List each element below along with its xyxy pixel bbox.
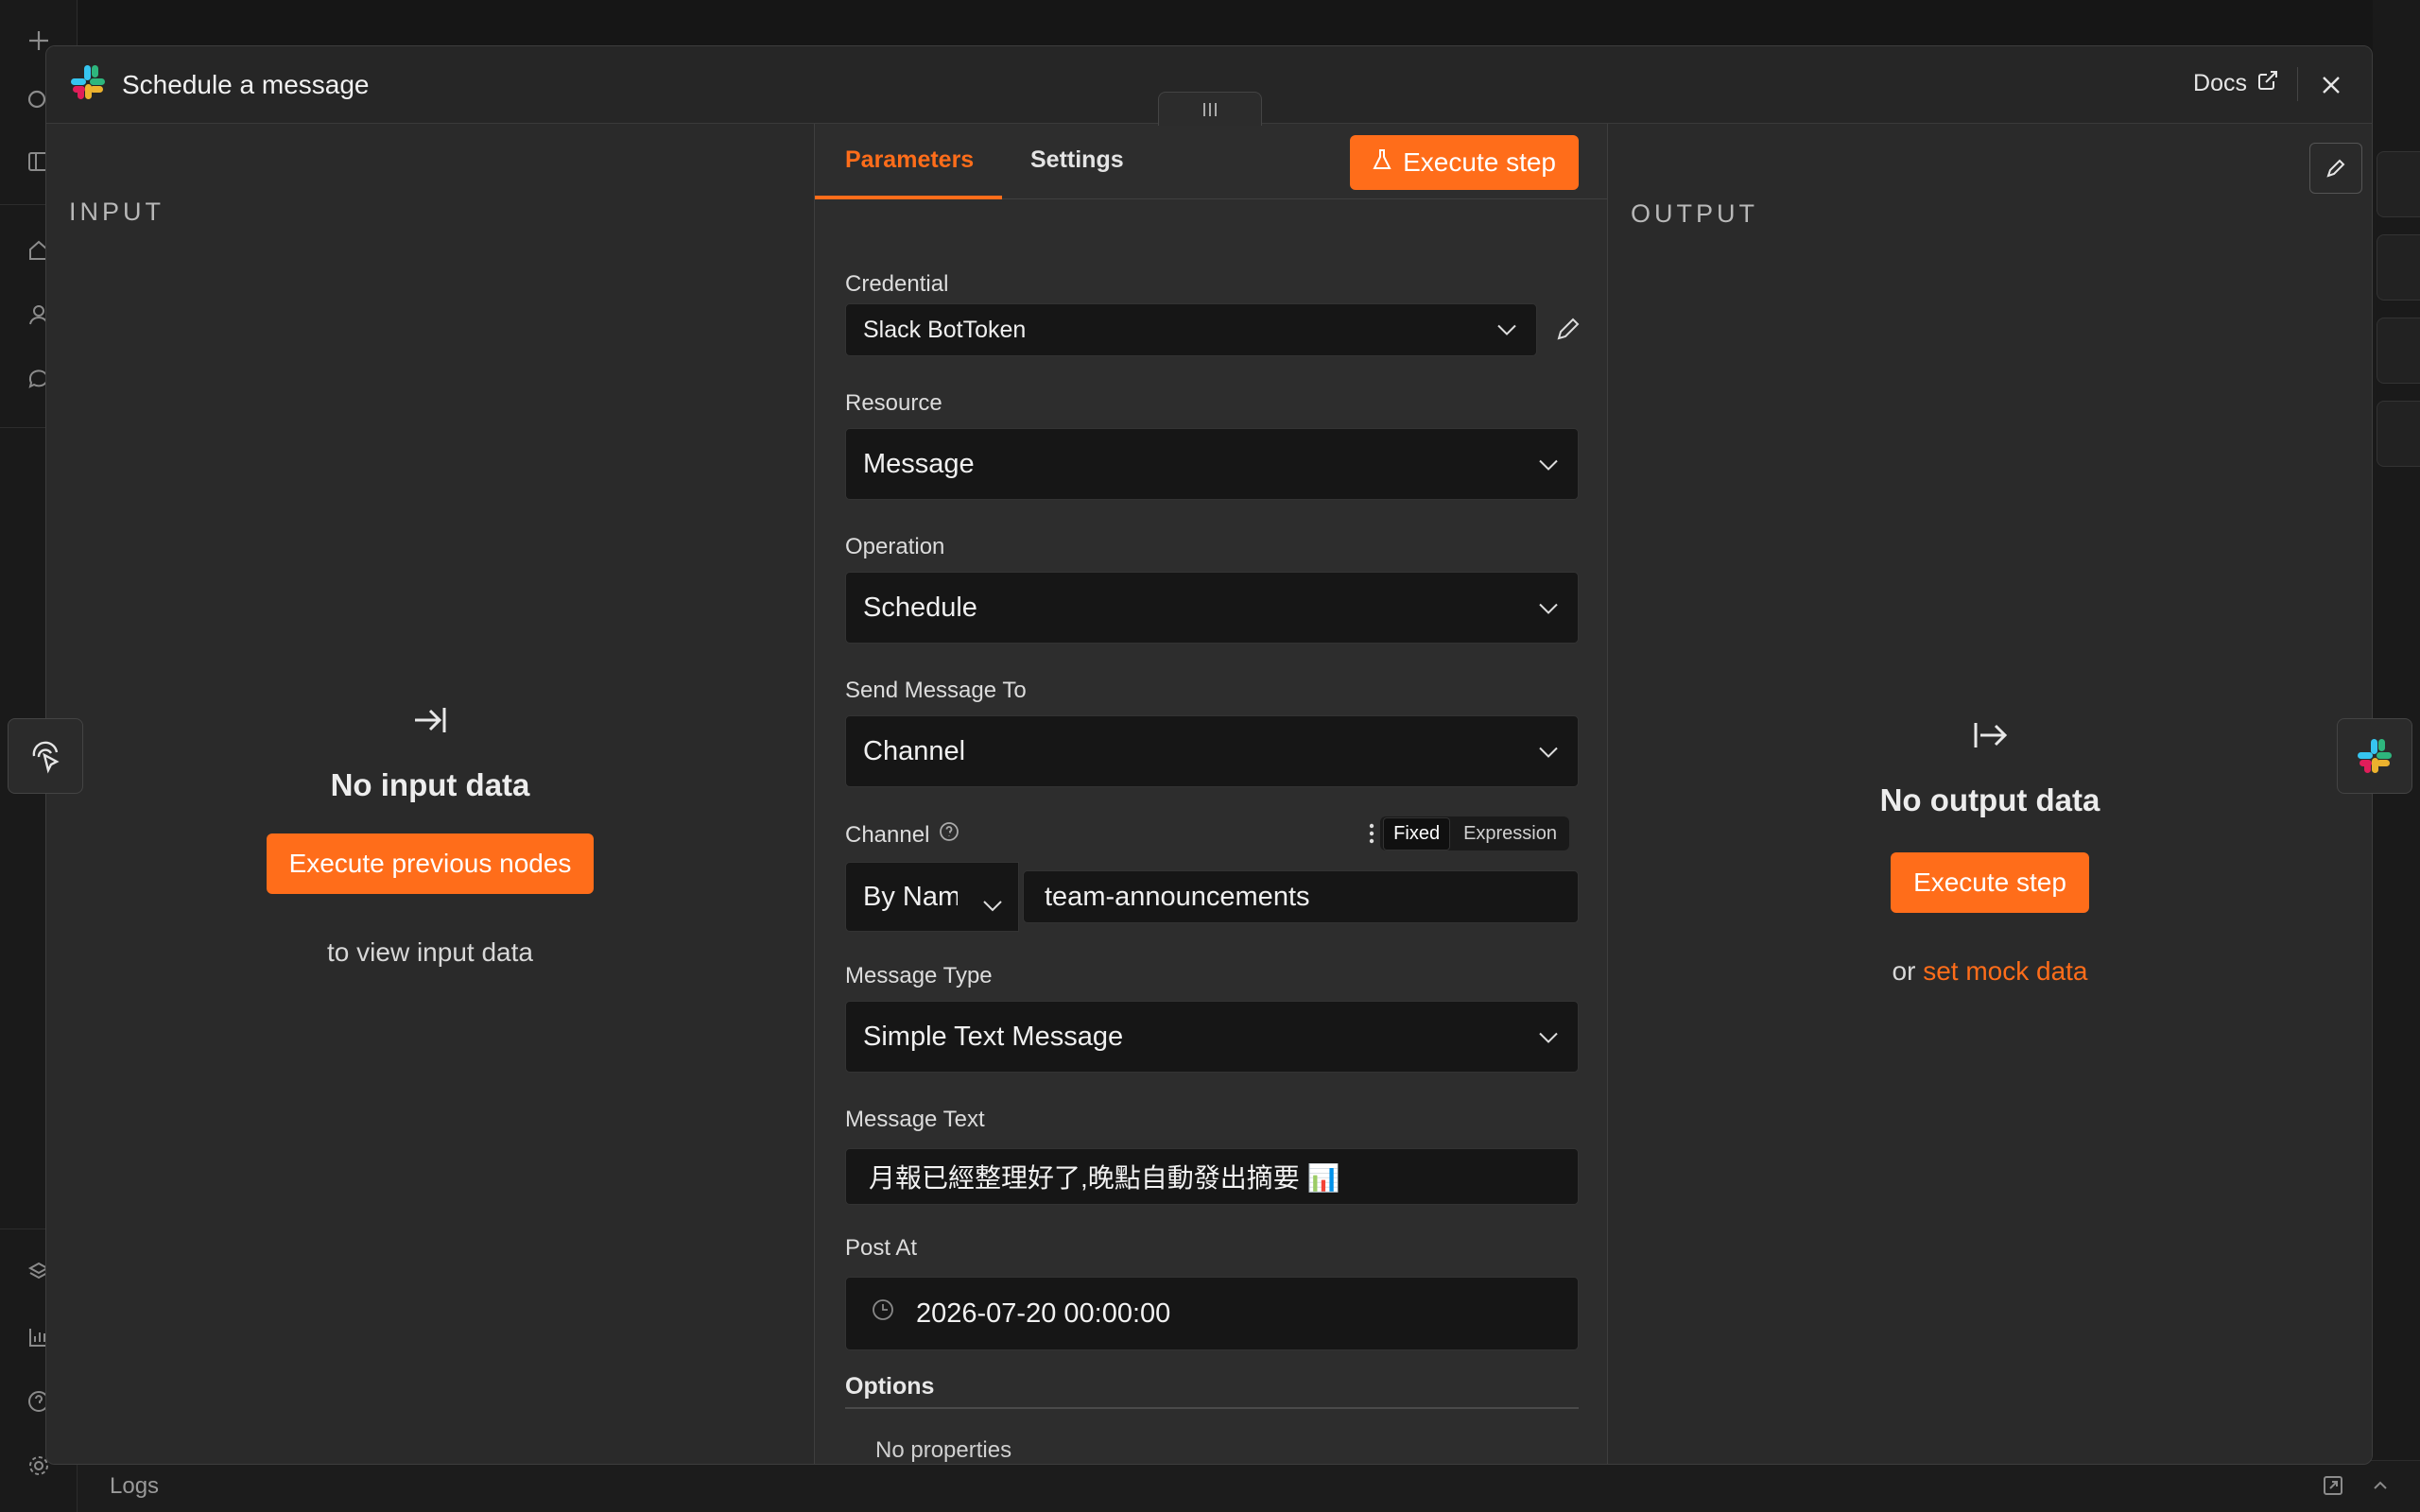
pencil-icon	[2326, 159, 2345, 178]
execute-step-output-button[interactable]: Execute step	[1891, 852, 2089, 913]
channel-name-value: team-announcements	[1045, 881, 1310, 912]
edit-credential-icon[interactable]	[1554, 315, 1582, 348]
input-empty-title: No input data	[330, 767, 530, 802]
tab-settings[interactable]: Settings	[1030, 146, 1124, 174]
flask-icon	[1373, 147, 1392, 178]
parameters-panel: Parameters Settings Execute step Credent…	[814, 124, 1608, 1464]
output-empty-title: No output data	[1879, 782, 2100, 817]
bg-panel-tab	[2377, 401, 2420, 467]
tab-active-indicator	[815, 196, 1002, 199]
send-to-value: Channel	[863, 735, 966, 766]
execute-step-label: Execute step	[1403, 147, 1556, 177]
click-pointer-icon	[32, 741, 60, 774]
set-mock-data-link[interactable]: set mock data	[1923, 956, 2087, 986]
execute-step-button[interactable]: Execute step	[1350, 135, 1579, 190]
channel-label: Channel	[845, 821, 930, 848]
options-label: Options	[845, 1373, 935, 1400]
chevron-down-icon	[1538, 593, 1559, 624]
arrow-to-line-icon	[411, 704, 449, 741]
node-modal: Schedule a message Docs INPUT No input d…	[45, 45, 2373, 1465]
help-circle-icon[interactable]	[939, 821, 959, 849]
operation-select[interactable]: Schedule	[845, 572, 1579, 644]
resource-select[interactable]: Message	[845, 428, 1579, 500]
input-panel-label: INPUT	[69, 198, 164, 226]
input-node-toggle-button[interactable]	[8, 718, 83, 794]
channel-lookup-mode-value: By Name	[863, 881, 958, 912]
edit-output-button[interactable]	[2309, 143, 2362, 194]
clock-icon	[871, 1297, 895, 1330]
output-empty-sub: or set mock data	[1893, 956, 2088, 987]
chevron-down-icon	[1538, 449, 1559, 480]
grip-icon	[1203, 102, 1217, 116]
input-panel: INPUT No input data Execute previous nod…	[46, 124, 814, 1464]
panel-tabs: Parameters Settings Execute step	[815, 124, 1607, 199]
mode-expression[interactable]: Expression	[1454, 818, 1566, 850]
close-icon	[2323, 77, 2340, 94]
bg-panel-tab	[2377, 234, 2420, 301]
pop-out-icon[interactable]	[2322, 1474, 2344, 1503]
tab-parameters[interactable]: Parameters	[845, 146, 974, 174]
message-type-select[interactable]: Simple Text Message	[845, 1001, 1579, 1073]
bg-panel-tab	[2377, 151, 2420, 217]
post-at-input[interactable]: 2026-07-20 00:00:00	[845, 1277, 1579, 1350]
output-node-toggle-button[interactable]	[2337, 718, 2412, 794]
input-empty-state: No input data Execute previous nodes to …	[46, 704, 814, 968]
header-divider	[2297, 67, 2298, 101]
external-link-icon	[2256, 69, 2279, 98]
operation-value: Schedule	[863, 592, 977, 623]
output-panel-label: OUTPUT	[1631, 199, 1758, 228]
more-options-icon[interactable]	[1367, 821, 1376, 850]
post-at-value: 2026-07-20 00:00:00	[916, 1297, 1171, 1329]
slack-logo-icon	[2358, 739, 2392, 773]
channel-label-row: Channel	[845, 821, 959, 849]
chevron-down-icon	[1496, 317, 1517, 344]
input-empty-sub: to view input data	[327, 937, 533, 967]
chevron-down-icon	[1538, 1022, 1559, 1053]
logs-label: Logs	[110, 1473, 160, 1499]
credential-select[interactable]: Slack BotToken	[845, 303, 1537, 356]
chevron-down-icon	[982, 889, 1003, 920]
resource-value: Message	[863, 448, 975, 479]
no-properties-text: No properties	[875, 1437, 1012, 1463]
options-divider	[845, 1407, 1579, 1409]
bg-panel-tab	[2377, 318, 2420, 384]
output-empty-state: No output data Execute step or set mock …	[1608, 719, 2372, 987]
message-text-label: Message Text	[845, 1107, 985, 1132]
post-at-label: Post At	[845, 1235, 918, 1261]
credential-label: Credential	[845, 271, 949, 297]
close-button[interactable]	[2315, 69, 2347, 101]
message-type-value: Simple Text Message	[863, 1021, 1124, 1052]
channel-lookup-mode-select[interactable]: By Name	[845, 862, 1019, 932]
message-type-label: Message Type	[845, 963, 993, 988]
docs-link[interactable]: Docs	[2193, 69, 2279, 98]
chevron-down-icon	[1538, 736, 1559, 767]
channel-name-input[interactable]: team-announcements	[1023, 870, 1579, 923]
fixed-expression-toggle[interactable]: Fixed Expression	[1380, 816, 1569, 850]
logs-bar[interactable]: Logs	[78, 1460, 2420, 1512]
slack-logo-icon	[69, 63, 107, 106]
message-text-value: 月報已經整理好了,晚點自動發出摘要 📊	[869, 1163, 1340, 1193]
drag-handle[interactable]	[1158, 92, 1262, 126]
send-to-select[interactable]: Channel	[845, 715, 1579, 787]
output-sub-prefix: or	[1892, 956, 1916, 986]
execute-previous-nodes-button[interactable]: Execute previous nodes	[266, 833, 595, 894]
docs-label: Docs	[2193, 70, 2247, 96]
chevron-up-icon[interactable]	[2369, 1474, 2392, 1503]
credential-value: Slack BotToken	[863, 316, 1027, 343]
resource-label: Resource	[845, 390, 942, 416]
message-text-input[interactable]: 月報已經整理好了,晚點自動發出摘要 📊	[845, 1148, 1579, 1205]
modal-title: Schedule a message	[122, 69, 370, 99]
send-to-label: Send Message To	[845, 678, 1027, 703]
mode-fixed[interactable]: Fixed	[1383, 816, 1451, 850]
arrow-from-line-icon	[1971, 719, 2009, 756]
operation-label: Operation	[845, 534, 945, 559]
output-panel: OUTPUT No output data Execute step or se…	[1608, 124, 2372, 1464]
